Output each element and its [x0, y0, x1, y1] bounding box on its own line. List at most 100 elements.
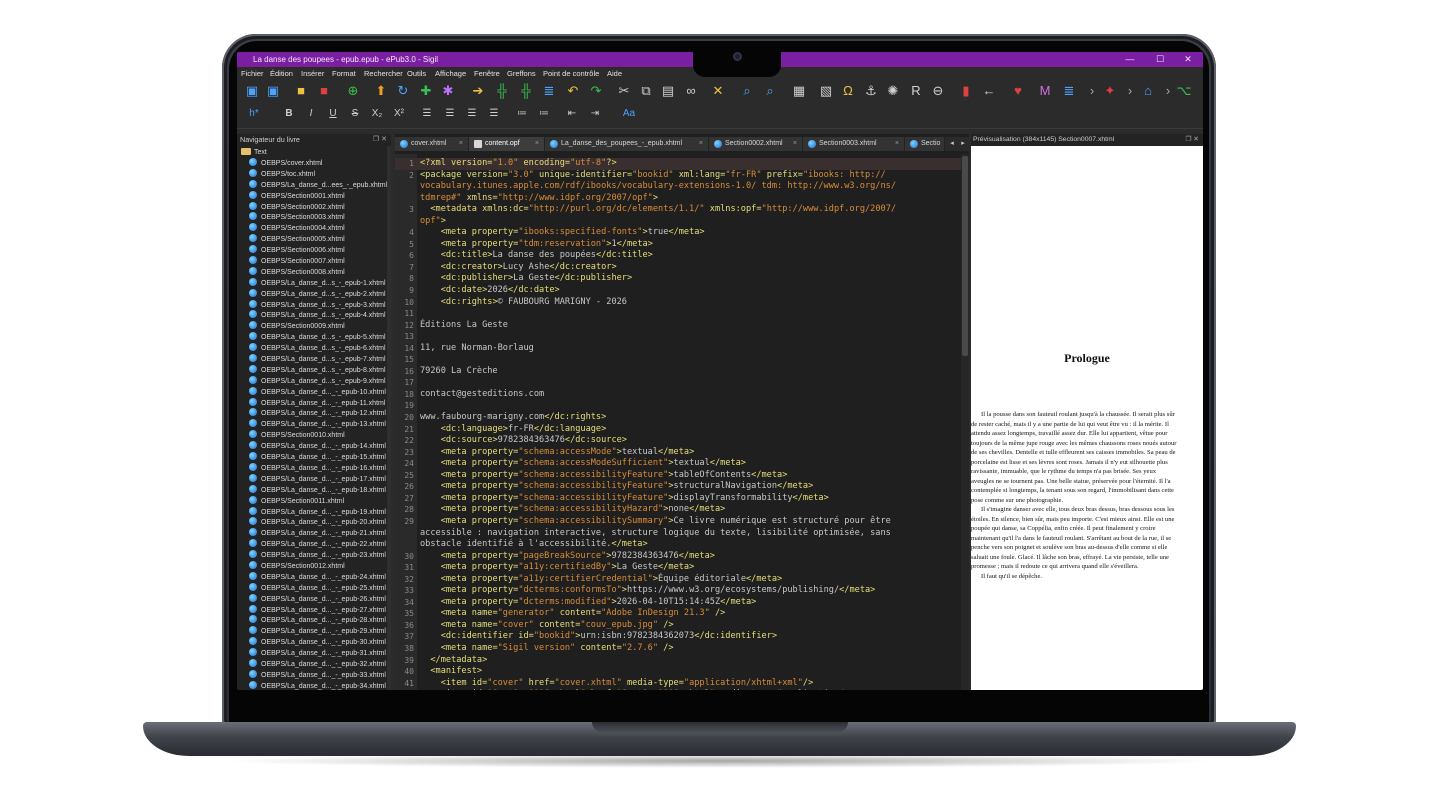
file-list-item[interactable]: OEBPS/La_danse_d...s_-_epub-7.xhtml: [249, 354, 389, 365]
editor-tab[interactable]: Section0002.xhtml ×: [709, 137, 803, 151]
code-view-icon[interactable]: ▦: [790, 81, 808, 101]
code-scrollbar[interactable]: [961, 154, 969, 690]
menu-format[interactable]: Format: [332, 67, 356, 81]
file-list-item[interactable]: OEBPS/La_danse_d..._-_epub-25.xhtml: [249, 582, 389, 594]
add-file-icon[interactable]: ⊕: [344, 81, 362, 101]
editor-tab[interactable]: Sectio: [905, 137, 945, 151]
arrow-right-icon[interactable]: ➔: [469, 81, 487, 101]
add-plus-icon[interactable]: ✚: [417, 81, 435, 101]
plugin-arrow-icon[interactable]: ›: [1083, 81, 1101, 101]
regex-icon[interactable]: R: [907, 81, 925, 101]
bold-button[interactable]: B: [281, 105, 297, 123]
file-list-item[interactable]: OEBPS/La_danse_d..._-_epub-15.xhtml: [249, 452, 389, 463]
plugin-tree-icon[interactable]: ⌥: [1175, 81, 1193, 101]
file-list-item[interactable]: OEBPS/La_danse_d..._-_epub-26.xhtml: [249, 593, 389, 605]
open-folder-icon[interactable]: ■: [292, 81, 310, 101]
file-list-item[interactable]: OEBPS/La_danse_d..._-_epub-29.xhtml: [249, 626, 389, 637]
align-left-icon[interactable]: ☰: [419, 105, 435, 123]
file-list-item[interactable]: OEBPS/La_danse_d..._-_epub-23.xhtml: [249, 550, 389, 561]
file-list-item[interactable]: OEBPS/La_danse_d..._-_epub-30.xhtml: [249, 637, 389, 648]
bullet-list-icon[interactable]: ≔: [514, 105, 530, 123]
hyperlink-icon[interactable]: ⊖: [929, 81, 947, 101]
file-list-item[interactable]: OEBPS/La_danse_d..._-_epub-28.xhtml: [249, 615, 389, 626]
search-icon[interactable]: ⌕: [738, 81, 756, 101]
epub3-icon[interactable]: ▣: [264, 81, 282, 101]
menu-point-de-controle[interactable]: Point de contrôle: [543, 67, 599, 81]
file-list-item[interactable]: OEBPS/Section0005.xhtml: [249, 234, 389, 245]
menu-aide[interactable]: Aide: [607, 67, 622, 81]
superscript-button[interactable]: X²: [391, 105, 407, 123]
file-list-item[interactable]: OEBPS/La_danse_d..._-_epub-16.xhtml: [249, 462, 389, 474]
special-character-icon[interactable]: Ω: [839, 81, 857, 101]
file-list-item[interactable]: OEBPS/Section0009.xhtml: [249, 321, 389, 332]
tab-scroll-right-icon[interactable]: ▸: [958, 137, 968, 151]
file-list-item[interactable]: OEBPS/La_danse_d..._-_epub-19.xhtml: [249, 506, 389, 518]
undo-icon[interactable]: ↶: [564, 81, 582, 101]
subscript-button[interactable]: X₂: [369, 105, 385, 123]
editor-tab[interactable]: La_danse_des_poupees_-_epub.xhtml ×: [545, 137, 709, 151]
back-arrow-icon[interactable]: ←: [980, 81, 998, 101]
align-justify-icon[interactable]: ☰: [486, 105, 502, 123]
cut-icon[interactable]: ✂: [615, 81, 633, 101]
file-list-item[interactable]: OEBPS/Section0003.xhtml: [249, 212, 389, 223]
heading-button[interactable]: h*: [243, 105, 265, 123]
file-list-item[interactable]: OEBPS/La_danse_d..._-_epub-20.xhtml: [249, 517, 389, 528]
spellcheck-icon[interactable]: ✺: [884, 81, 902, 101]
insert-icon[interactable]: ╬: [493, 81, 511, 101]
file-list-item[interactable]: OEBPS/La_danse_d...s_-_epub-3.xhtml: [249, 299, 389, 311]
maximize-button[interactable]: ☐: [1147, 52, 1173, 67]
settings-icon[interactable]: ✱: [439, 81, 457, 101]
file-list-item[interactable]: OEBPS/La_danse_d..._-_epub-32.xhtml: [249, 658, 389, 670]
menu-fichier[interactable]: Fichier: [241, 67, 264, 81]
indent-icon[interactable]: ⇥: [587, 105, 603, 123]
file-list-item[interactable]: OEBPS/Section0008.xhtml: [249, 266, 389, 278]
list-icon[interactable]: ≣: [540, 81, 558, 101]
text-folder[interactable]: Text: [241, 147, 267, 158]
anchor-icon[interactable]: ⚓: [862, 81, 880, 101]
file-list-item[interactable]: OEBPS/La_danse_d..._-_epub-11.xhtml: [249, 397, 389, 409]
file-list-item[interactable]: OEBPS/Section0010.xhtml: [249, 430, 389, 441]
refresh-icon[interactable]: ↻: [394, 81, 412, 101]
underline-button[interactable]: U: [325, 105, 341, 123]
editor-tab[interactable]: content.opf ×: [469, 137, 545, 151]
preview-close-icon[interactable]: ❐ ✕: [1185, 134, 1199, 146]
minimize-button[interactable]: —: [1117, 52, 1143, 67]
book-browser-scrollbar[interactable]: [387, 146, 391, 690]
file-list-item[interactable]: OEBPS/La_danse_d..._-_epub-13.xhtml: [249, 419, 389, 430]
menu-edition[interactable]: Édition: [270, 67, 293, 81]
file-list-item[interactable]: OEBPS/Section0011.xhtml: [249, 495, 389, 507]
metadata-m-icon[interactable]: M: [1036, 81, 1054, 101]
image-icon[interactable]: ▧: [817, 81, 835, 101]
move-up-icon[interactable]: ⬆: [372, 81, 390, 101]
file-list-item[interactable]: OEBPS/Section0007.xhtml: [249, 256, 389, 267]
outdent-icon[interactable]: ⇤: [564, 105, 580, 123]
file-list-item[interactable]: OEBPS/Section0004.xhtml: [249, 223, 389, 234]
file-list-item[interactable]: OEBPS/Section0002.xhtml: [249, 201, 389, 213]
menu-inserer[interactable]: Insérer: [301, 67, 324, 81]
file-list-item[interactable]: OEBPS/Section0012.xhtml: [249, 560, 389, 572]
panel-close-icon[interactable]: ❐ ✕: [373, 134, 387, 146]
plugin-arrow2-icon[interactable]: ›: [1121, 81, 1139, 101]
italic-button[interactable]: I: [303, 105, 319, 123]
copy-icon[interactable]: ⧉: [637, 81, 655, 101]
file-list-item[interactable]: OEBPS/cover.xhtml: [249, 158, 389, 169]
file-list-item[interactable]: OEBPS/La_danse_d..._-_epub-10.xhtml: [249, 386, 389, 398]
align-center-icon[interactable]: ☰: [442, 105, 458, 123]
epub2-icon[interactable]: ▣: [243, 81, 261, 101]
tab-close-icon[interactable]: ×: [535, 137, 539, 151]
file-list-item[interactable]: OEBPS/Section0006.xhtml: [249, 245, 389, 256]
bookmark-icon[interactable]: ▮: [957, 81, 975, 101]
file-list-item[interactable]: OEBPS/La_danse_d...s_-_epub-9.xhtml: [249, 375, 389, 387]
file-list-item[interactable]: OEBPS/toc.xhtml: [249, 168, 389, 180]
file-list-item[interactable]: OEBPS/La_danse_d...s_-_epub-5.xhtml: [249, 332, 389, 343]
file-list-item[interactable]: OEBPS/La_danse_d..._-_epub-34.xhtml: [249, 680, 389, 690]
file-list-item[interactable]: OEBPS/La_danse_d..._-_epub-33.xhtml: [249, 669, 389, 681]
file-list-item[interactable]: OEBPS/La_danse_d..._-_epub-27.xhtml: [249, 604, 389, 616]
save-icon[interactable]: ■: [315, 81, 333, 101]
file-list-item[interactable]: OEBPS/La_danse_d...s_-_epub-4.xhtml: [249, 310, 389, 321]
tab-scroll-left-icon[interactable]: ◂: [947, 137, 957, 151]
plugin-red-icon[interactable]: ✦: [1101, 81, 1119, 101]
tab-close-icon[interactable]: ×: [895, 137, 899, 151]
tab-close-icon[interactable]: ×: [793, 137, 797, 151]
menu-rechercher[interactable]: Rechercher: [364, 67, 403, 81]
